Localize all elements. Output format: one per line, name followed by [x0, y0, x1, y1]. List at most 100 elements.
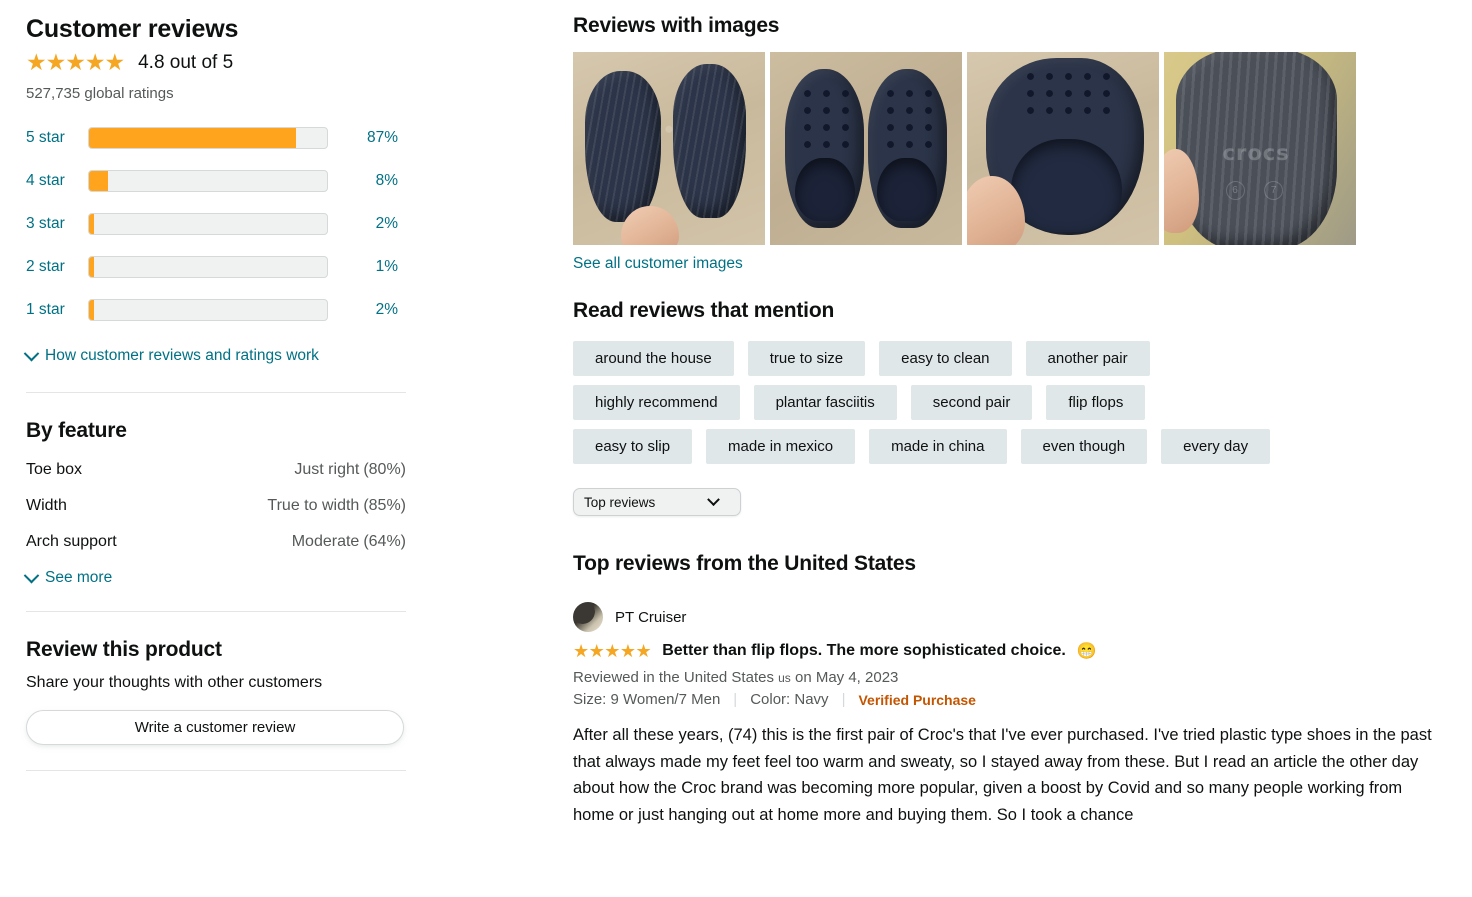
share-thoughts-text: Share your thoughts with other customers	[26, 674, 323, 692]
histogram-star-label[interactable]: 5 star	[26, 129, 88, 147]
histogram-star-label[interactable]: 4 star	[26, 172, 88, 190]
histogram-percent[interactable]: 8%	[340, 172, 398, 190]
sort-reviews-dropdown[interactable]: Top reviews	[573, 488, 741, 516]
review-color-label: Color: Navy	[750, 691, 829, 708]
histogram-bar[interactable]	[88, 169, 328, 192]
histogram-row[interactable]: 5 star 87%	[26, 116, 406, 159]
review-size-label: Size: 9 Women/7 Men	[573, 691, 721, 708]
sole-size-marking: 7	[1264, 180, 1284, 200]
croc-sole-right-icon	[672, 63, 746, 218]
review-item: PT Cruiser ★★★★★ Better than flip flops.…	[573, 602, 1443, 829]
keyword-tag[interactable]: made in china	[869, 429, 1007, 464]
customer-reviews-page: Customer reviews ★★★★★ 4.8 out of 5 527,…	[0, 0, 1472, 897]
keyword-tag[interactable]: highly recommend	[573, 385, 740, 420]
histogram-row[interactable]: 2 star 1%	[26, 245, 406, 288]
chevron-down-icon	[23, 567, 40, 584]
chevron-down-icon	[707, 492, 720, 506]
feature-row: Arch support Moderate (64%)	[26, 533, 406, 551]
how-reviews-work-label: How customer reviews and ratings work	[45, 347, 319, 365]
reviews-with-images-heading: Reviews with images	[573, 14, 780, 37]
keyword-tag[interactable]: plantar fasciitis	[753, 385, 897, 420]
croc-outsole-icon: crocs 6 7	[1175, 52, 1337, 245]
review-attributes: Size: 9 Women/7 Men | Color: Navy | Veri…	[573, 691, 1443, 708]
keyword-tag[interactable]: every day	[1161, 429, 1271, 464]
keyword-tag[interactable]: flip flops	[1046, 385, 1146, 420]
histogram-bar[interactable]	[88, 126, 328, 149]
keyword-tag[interactable]: even though	[1020, 429, 1148, 464]
tag-row: easy to slip made in mexico made in chin…	[573, 429, 1443, 464]
review-date: on May 4, 2023	[794, 669, 899, 686]
histogram-percent[interactable]: 87%	[340, 129, 398, 147]
section-divider	[26, 770, 406, 772]
croc-clog-left-icon	[785, 69, 865, 228]
feature-name: Toe box	[26, 461, 83, 479]
review-star-rating-icon: ★★★★★	[573, 641, 652, 661]
reviews-main-column: Reviews with images crocs 6 7 See all cu…	[573, 14, 1443, 829]
read-reviews-that-mention-heading: Read reviews that mention	[573, 299, 835, 322]
reviewed-in-label: Reviewed in the United States	[573, 669, 774, 686]
overall-rating: ★★★★★ 4.8 out of 5	[26, 51, 406, 74]
chevron-down-icon	[23, 345, 40, 362]
histogram-row[interactable]: 1 star 2%	[26, 288, 406, 331]
star-rating-icon: ★★★★★	[26, 49, 125, 76]
feature-name: Width	[26, 497, 67, 515]
histogram-star-label[interactable]: 1 star	[26, 301, 88, 319]
review-title[interactable]: Better than flip flops. The more sophist…	[662, 642, 1066, 660]
keyword-tag[interactable]: second pair	[910, 385, 1033, 420]
histogram-percent[interactable]: 1%	[340, 258, 398, 276]
see-all-customer-images-link[interactable]: See all customer images	[573, 255, 1443, 273]
attribute-separator: |	[841, 691, 846, 708]
global-ratings-count: 527,735 global ratings	[26, 85, 174, 103]
keyword-tag[interactable]: easy to slip	[573, 429, 693, 464]
feature-value: True to width (85%)	[267, 497, 406, 515]
review-image-thumbnail[interactable]: crocs 6 7	[1164, 52, 1356, 245]
tag-row: highly recommend plantar fasciitis secon…	[573, 385, 1443, 420]
section-divider	[26, 611, 406, 613]
keyword-tag[interactable]: around the house	[573, 341, 734, 376]
sort-selected-value: Top reviews	[584, 494, 656, 510]
keyword-tag[interactable]: made in mexico	[706, 429, 856, 464]
histogram-percent[interactable]: 2%	[340, 301, 398, 319]
histogram-bar[interactable]	[88, 298, 328, 321]
review-image-thumbnail[interactable]	[770, 52, 962, 245]
review-image-thumbnails: crocs 6 7	[573, 52, 1363, 245]
feature-row: Width True to width (85%)	[26, 497, 406, 515]
see-more-features-link[interactable]: See more	[23, 567, 406, 587]
feature-name: Arch support	[26, 533, 117, 551]
tag-row: around the house true to size easy to cl…	[573, 341, 1443, 376]
see-more-label: See more	[45, 569, 113, 587]
verified-purchase-badge[interactable]: Verified Purchase	[858, 692, 976, 708]
how-reviews-work-link[interactable]: How customer reviews and ratings work	[23, 345, 406, 365]
write-a-customer-review-button[interactable]: Write a customer review	[26, 710, 404, 746]
review-metadata: Reviewed in the United States us on May …	[573, 669, 1443, 686]
page-title: Customer reviews	[26, 15, 239, 43]
reviewer-row: PT Cruiser	[573, 602, 1443, 632]
top-reviews-heading: Top reviews from the United States	[573, 552, 916, 575]
reviewer-name[interactable]: PT Cruiser	[615, 609, 686, 626]
histogram-row[interactable]: 4 star 8%	[26, 159, 406, 202]
keyword-tag[interactable]: easy to clean	[879, 341, 1012, 376]
by-feature-heading: By feature	[26, 419, 127, 443]
country-flag-icon: us	[778, 671, 791, 685]
croc-clog-right-icon	[867, 69, 947, 228]
histogram-bar[interactable]	[88, 255, 328, 278]
avatar	[573, 602, 603, 632]
keyword-tag[interactable]: another pair	[1025, 341, 1150, 376]
crocs-logo: crocs	[1222, 140, 1290, 165]
review-image-thumbnail[interactable]	[967, 52, 1159, 245]
feature-value: Just right (80%)	[294, 461, 406, 479]
histogram-bar[interactable]	[88, 212, 328, 235]
review-image-thumbnail[interactable]	[573, 52, 765, 245]
review-keyword-tags: around the house true to size easy to cl…	[573, 341, 1443, 464]
review-title-row: ★★★★★ Better than flip flops. The more s…	[573, 641, 1443, 661]
histogram-percent[interactable]: 2%	[340, 215, 398, 233]
histogram-star-label[interactable]: 3 star	[26, 215, 88, 233]
keyword-tag[interactable]: true to size	[747, 341, 866, 376]
review-product-heading: Review this product	[26, 638, 222, 662]
rating-value-label: 4.8 out of 5	[138, 51, 234, 73]
histogram-star-label[interactable]: 2 star	[26, 258, 88, 276]
section-divider	[26, 392, 406, 394]
review-body-text: After all these years, (74) this is the …	[573, 726, 1432, 825]
feature-value: Moderate (64%)	[291, 533, 406, 551]
histogram-row[interactable]: 3 star 2%	[26, 202, 406, 245]
